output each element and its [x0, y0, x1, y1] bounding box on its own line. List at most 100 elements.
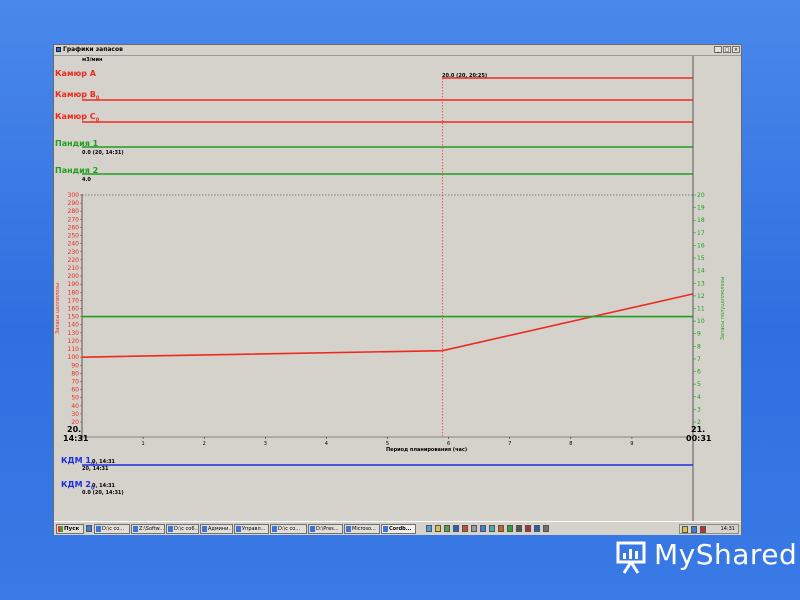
value-label-kdm-2b: 0.0 (20, 14:31)	[82, 490, 124, 496]
taskbar: Пуск D:\c co... Z:\Softw... D:\c co6... Адм…	[54, 521, 741, 535]
right-tick-label: 14	[697, 268, 705, 275]
tray-icon-4[interactable]	[453, 525, 459, 532]
tray-icon-9[interactable]	[498, 525, 504, 532]
taskbar-button-1[interactable]: D:\c co...	[94, 524, 130, 534]
taskbar-button-label: D:\c co6...	[174, 526, 199, 532]
left-tick-label: 130	[68, 330, 80, 337]
left-tick-label: 250	[68, 233, 80, 240]
left-tick-label: 280	[68, 208, 80, 215]
series-label-kamyur-b: Камюр B0	[55, 90, 100, 102]
taskbar-button-label: D:\c co...	[278, 526, 301, 532]
x-tick-label: 4	[325, 441, 328, 447]
start-time: 14:31	[63, 434, 89, 443]
tray-icon-1[interactable]	[426, 525, 432, 532]
series-label-kamyur-c: Камюр C0	[55, 112, 100, 124]
value-label-pandiya-2: 4.0	[82, 177, 91, 183]
right-tick-label: 11	[697, 306, 705, 313]
window-icon	[310, 526, 315, 532]
right-tick-label: 10	[697, 318, 705, 325]
x-tick-label: 8	[569, 441, 572, 447]
tray-icon-11[interactable]	[516, 525, 522, 532]
tray-icon-12[interactable]	[525, 525, 531, 532]
left-tick-label: 170	[68, 297, 80, 304]
tray-icon-8[interactable]	[489, 525, 495, 532]
tray-security-icon[interactable]	[700, 526, 706, 533]
taskbar-button-8[interactable]: Microso...	[344, 524, 380, 534]
left-tick-label: 180	[68, 289, 80, 296]
app-window: Графики запасов _ □ × 300 290 280 270 260 250…	[53, 44, 742, 535]
taskbar-button-label: Админи...	[208, 526, 233, 532]
left-tick-label: 200	[68, 273, 80, 280]
x-tick-label: 7	[508, 441, 511, 447]
maximize-button[interactable]: □	[723, 46, 731, 53]
left-tick-label: 120	[68, 338, 80, 345]
myshared-logo: MyShared	[612, 537, 797, 577]
value-label-kdm-2: 0, 14:31	[92, 483, 116, 489]
taskbar-button-3[interactable]: D:\c co6...	[166, 524, 199, 534]
title-bar[interactable]: Графики запасов _ □ ×	[54, 45, 741, 56]
tray-icon-10[interactable]	[507, 525, 513, 532]
left-tick-label: 240	[68, 241, 80, 248]
right-tick-label: 16	[697, 242, 705, 249]
left-tick-label: 150	[68, 314, 80, 321]
series-label-kamyur-a: Камюр A	[55, 69, 96, 78]
end-time: 00:31	[686, 434, 712, 443]
app-icon	[56, 47, 61, 52]
value-label-kdm-1: 0, 14:31	[92, 459, 116, 465]
left-tick-label: 270	[68, 216, 80, 223]
tray-icon-2[interactable]	[435, 525, 441, 532]
tray-icon-14[interactable]	[543, 525, 549, 532]
right-tick-label: 17	[697, 230, 705, 237]
right-tick-label: 12	[697, 293, 705, 300]
taskbar-button-9[interactable]: Cordb...	[381, 524, 416, 534]
x-tick-label: 1	[142, 441, 145, 447]
right-tick-label: 20	[697, 192, 705, 199]
right-tick-label: 19	[697, 205, 705, 212]
left-tick-label: 290	[68, 200, 80, 207]
window-icon	[202, 526, 207, 532]
taskbar-button-7[interactable]: D:\Pres...	[308, 524, 343, 534]
minimize-button[interactable]: _	[714, 46, 722, 53]
logo-text: MyShared	[654, 538, 798, 571]
series-label-pandiya-2: Пандия 2	[55, 166, 99, 175]
end-day: 21.	[691, 425, 706, 434]
data-series-line-1	[81, 293, 694, 358]
tray-icon-13[interactable]	[534, 525, 540, 532]
taskbar-button-5[interactable]: Управл...	[234, 524, 269, 534]
start-button[interactable]: Пуск	[56, 524, 84, 534]
left-tick-label: 220	[68, 257, 80, 264]
tray-icon-3[interactable]	[444, 525, 450, 532]
right-tick-label: 15	[697, 255, 705, 262]
right-tick-label: 7	[697, 356, 701, 363]
window-title: Графики запасов	[63, 46, 123, 53]
taskbar-button-label: Управл...	[242, 526, 266, 532]
right-tick-label: 4	[697, 394, 701, 401]
right-tick-label: 8	[697, 343, 701, 350]
series-label-pandiya-1: Пандия 1	[55, 139, 99, 148]
left-tick-label: 30	[71, 411, 79, 418]
system-tray: 14:31	[679, 524, 739, 534]
right-tick-label: 9	[697, 331, 701, 338]
quick-launch-ie-icon[interactable]	[86, 525, 92, 532]
tray-icon-7[interactable]	[480, 525, 486, 532]
unit-label: м3/мин	[82, 57, 103, 63]
taskbar-button-label: Z:\Softw...	[139, 526, 165, 532]
taskbar-button-6[interactable]: D:\c co...	[270, 524, 307, 534]
taskbar-button-4[interactable]: Админи...	[200, 524, 233, 534]
tray-icon-5[interactable]	[462, 525, 468, 532]
taskbar-button-2[interactable]: Z:\Softw...	[131, 524, 165, 534]
left-tick-label: 190	[68, 281, 80, 288]
left-tick-label: 80	[71, 370, 79, 377]
right-tick-label: 13	[697, 280, 705, 287]
right-tick-label: 6	[697, 369, 701, 376]
tray-network-icon[interactable]	[691, 526, 697, 533]
right-axis-title: Запасы полуцеллюлозы	[720, 277, 726, 340]
tray-icon-6[interactable]	[471, 525, 477, 532]
left-tick-label: 70	[71, 378, 79, 385]
window-icon	[133, 526, 138, 532]
close-button[interactable]: ×	[732, 46, 740, 53]
tray-volume-icon[interactable]	[682, 526, 688, 533]
right-tick-label: 5	[697, 381, 701, 388]
value-label-kamyur-a: 20.0 (20, 20:25)	[442, 73, 488, 79]
left-tick-label: 40	[71, 403, 79, 410]
